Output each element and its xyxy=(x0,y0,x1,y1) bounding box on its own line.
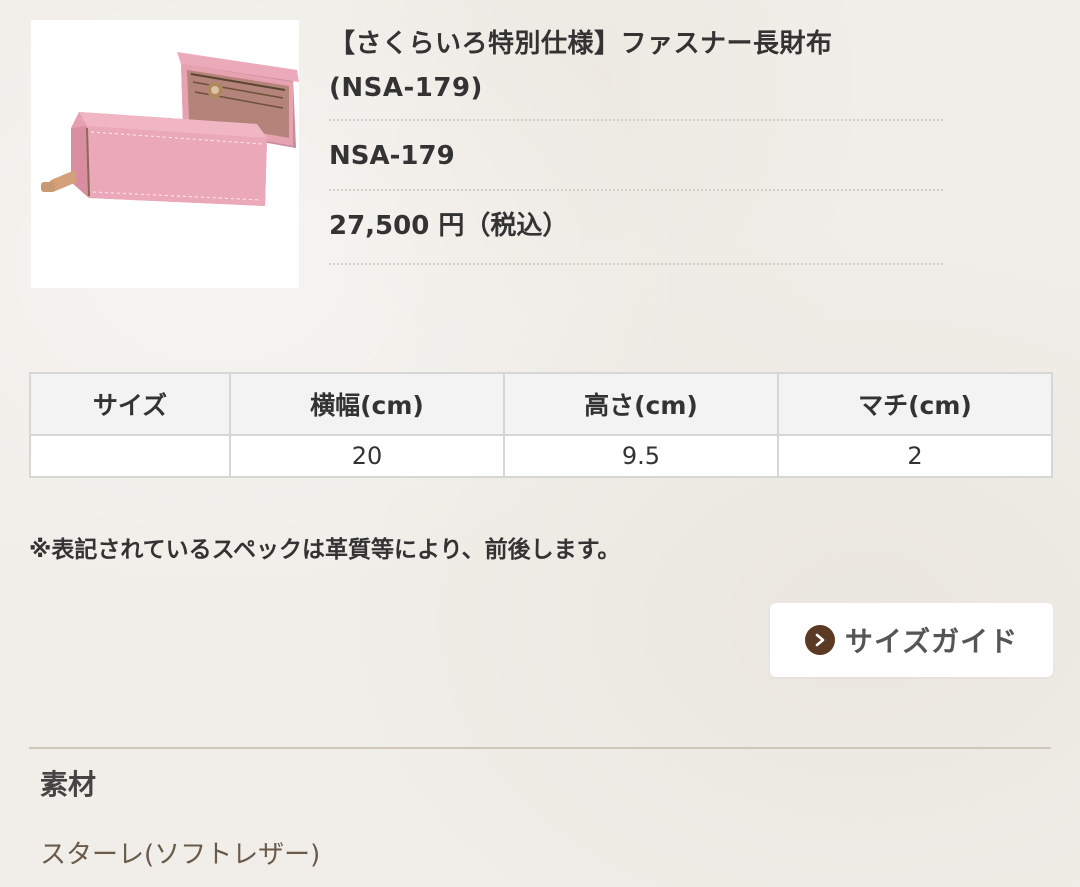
product-name-line1: 【さくらいろ特別仕様】ファスナー長財布 xyxy=(329,29,833,59)
product-code: NSA-179 xyxy=(329,121,943,191)
pink-wallet-illustration xyxy=(41,52,299,206)
spec-header-depth: マチ(cm) xyxy=(777,372,1053,436)
section-divider xyxy=(29,747,1051,749)
product-info: 【さくらいろ特別仕様】ファスナー長財布 (NSA-179) NSA-179 27… xyxy=(329,22,943,265)
size-guide-label: サイズガイド xyxy=(844,625,1019,658)
spec-cell-size xyxy=(29,434,231,478)
spec-note: ※表記されているスペックは革質等により、前後します。 xyxy=(29,537,621,563)
spec-header-size: サイズ xyxy=(29,372,231,436)
size-guide-button[interactable]: サイズガイド xyxy=(770,603,1053,677)
product-price: 27,500 円（税込） xyxy=(329,191,943,265)
material-heading: 素材 xyxy=(40,768,97,801)
product-image[interactable] xyxy=(31,20,299,288)
spec-cell-depth: 2 xyxy=(777,434,1053,478)
spec-cell-height: 9.5 xyxy=(503,434,779,478)
spec-table: サイズ 横幅(cm) 高さ(cm) マチ(cm) 20 9.5 2 xyxy=(29,372,1053,478)
chevron-right-circle-icon xyxy=(804,625,835,655)
spec-cell-width: 20 xyxy=(229,434,505,478)
table-row: 20 9.5 2 xyxy=(29,434,1053,478)
product-name-line2: (NSA-179) xyxy=(329,73,483,103)
spec-header-width: 横幅(cm) xyxy=(229,372,505,436)
product-name: 【さくらいろ特別仕様】ファスナー長財布 (NSA-179) xyxy=(329,22,943,121)
spec-header-height: 高さ(cm) xyxy=(503,372,779,436)
spec-table-header-row: サイズ 横幅(cm) 高さ(cm) マチ(cm) xyxy=(29,372,1053,436)
material-value: スターレ(ソフトレザー) xyxy=(40,840,321,870)
